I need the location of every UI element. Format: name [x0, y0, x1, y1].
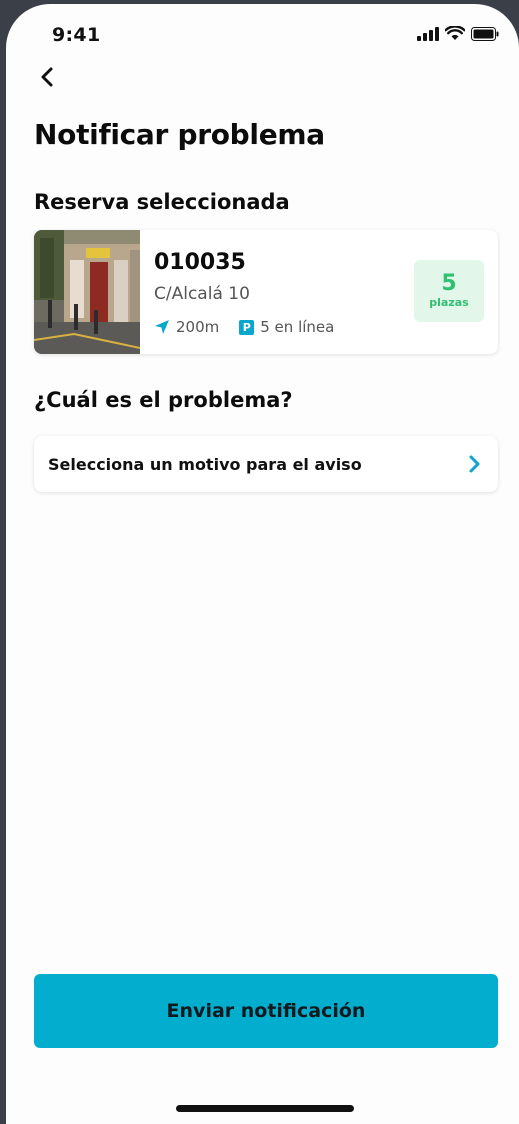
status-time: 9:41: [52, 24, 101, 46]
chevron-left-icon: [41, 67, 53, 87]
parking-location-photo: [34, 230, 140, 354]
submit-notification-button[interactable]: Enviar notificación: [34, 974, 498, 1048]
reason-select-label: Selecciona un motivo para el aviso: [48, 454, 362, 474]
parking-icon: P: [239, 319, 255, 335]
reason-select[interactable]: Selecciona un motivo para el aviso: [34, 436, 498, 492]
parking-status-group: P 5 en línea: [239, 318, 334, 336]
spots-label: plazas: [429, 296, 469, 309]
reservation-card-body: 010035 C/Alcalá 10 200m P 5 en línea 5 p…: [140, 230, 498, 354]
parking-status-text: 5 en línea: [260, 318, 335, 336]
back-button[interactable]: [30, 60, 64, 94]
problem-section-title: ¿Cuál es el problema?: [34, 388, 293, 412]
phone-screen: 9:41 Notificar problema Reserva seleccio…: [6, 4, 519, 1124]
reservation-address: C/Alcalá 10: [154, 284, 250, 304]
reservation-section-title: Reserva seleccionada: [34, 190, 290, 214]
spots-badge: 5 plazas: [414, 260, 484, 322]
spots-count: 5: [441, 271, 457, 296]
navigation-arrow-icon: [155, 320, 169, 334]
reservation-card[interactable]: 010035 C/Alcalá 10 200m P 5 en línea 5 p…: [34, 230, 498, 354]
battery-icon: [471, 26, 499, 41]
status-bar: 9:41: [6, 4, 519, 64]
page-title: Notificar problema: [34, 118, 325, 151]
reservation-code: 010035: [154, 250, 246, 275]
chevron-right-icon: [469, 455, 480, 473]
signal-icon: [417, 26, 439, 41]
distance-text: 200m: [176, 318, 220, 336]
home-indicator: [176, 1105, 354, 1112]
status-icons: [417, 26, 499, 41]
wifi-icon: [445, 26, 465, 40]
reservation-meta: 200m P 5 en línea: [154, 318, 334, 336]
distance-group: 200m: [154, 318, 219, 336]
